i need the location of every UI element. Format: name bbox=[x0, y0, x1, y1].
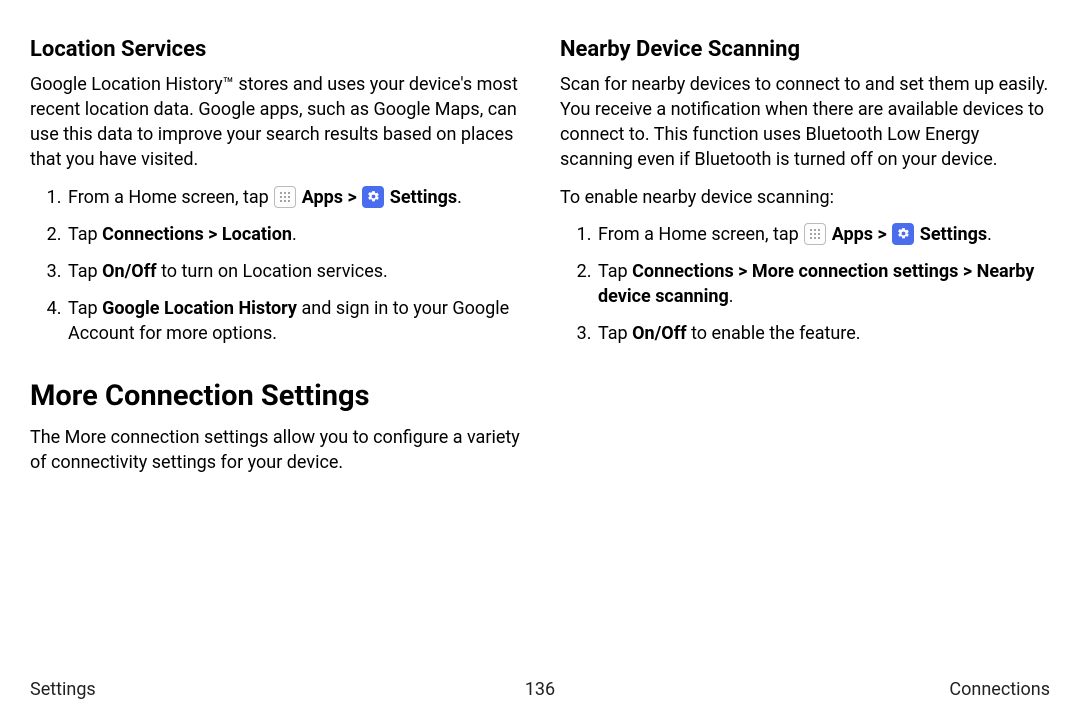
text: Tap bbox=[68, 224, 102, 245]
settings-icon bbox=[892, 223, 914, 245]
text: Tap bbox=[68, 261, 102, 282]
settings-icon bbox=[362, 186, 384, 208]
step-1: From a Home screen, tap Apps > Settings. bbox=[596, 222, 1050, 247]
footer-chapter-label: Connections bbox=[710, 677, 1050, 702]
steps-nearby: From a Home screen, tap Apps > Settings.… bbox=[560, 222, 1050, 347]
text: Tap bbox=[598, 261, 632, 282]
para-location-desc: Google Location History™ stores and uses… bbox=[30, 72, 520, 173]
step-3: Tap On/Off to turn on Location services. bbox=[66, 259, 520, 284]
text: From a Home screen, tap bbox=[68, 187, 273, 208]
right-column: Nearby Device Scanning Scan for nearby d… bbox=[560, 35, 1050, 667]
path-connections-location: Connections > Location bbox=[102, 224, 292, 245]
para-nearby-desc: Scan for nearby devices to connect to an… bbox=[560, 72, 1050, 173]
text: to turn on Location services. bbox=[157, 261, 388, 282]
text: Tap bbox=[68, 298, 102, 319]
step-2: Tap Connections > Location. bbox=[66, 222, 520, 247]
heading-more-connection: More Connection Settings bbox=[30, 376, 520, 417]
path-nearby: Connections > More connection settings >… bbox=[598, 261, 1034, 307]
footer-section-label: Settings bbox=[30, 677, 370, 702]
content-columns: Location Services Google Location Histor… bbox=[30, 35, 1050, 667]
step-2: Tap Connections > More connection settin… bbox=[596, 259, 1050, 309]
para-more-desc: The More connection settings allow you t… bbox=[30, 425, 520, 475]
label-apps: Apps bbox=[302, 187, 343, 208]
label-settings: Settings bbox=[390, 187, 457, 208]
page-footer: Settings 136 Connections bbox=[30, 667, 1050, 702]
text: . bbox=[729, 286, 734, 307]
step-4: Tap Google Location History and sign in … bbox=[66, 296, 520, 346]
step-3: Tap On/Off to enable the feature. bbox=[596, 321, 1050, 346]
text: Tap bbox=[598, 323, 632, 344]
apps-icon bbox=[274, 186, 296, 208]
label-settings: Settings bbox=[920, 224, 987, 245]
text: to enable the feature. bbox=[687, 323, 861, 344]
heading-location-services: Location Services bbox=[30, 35, 520, 66]
label-glh: Google Location History bbox=[102, 298, 297, 319]
chevron-right-icon: > bbox=[878, 224, 887, 245]
steps-location: From a Home screen, tap Apps > Settings.… bbox=[30, 185, 520, 347]
left-column: Location Services Google Location Histor… bbox=[30, 35, 520, 667]
heading-nearby-scanning: Nearby Device Scanning bbox=[560, 35, 1050, 66]
label-apps: Apps bbox=[832, 224, 873, 245]
apps-icon bbox=[804, 223, 826, 245]
label-onoff: On/Off bbox=[632, 323, 686, 344]
para-enable-lead: To enable nearby device scanning: bbox=[560, 185, 1050, 210]
label-onoff: On/Off bbox=[102, 261, 156, 282]
text: From a Home screen, tap bbox=[598, 224, 803, 245]
chevron-right-icon: > bbox=[348, 187, 357, 208]
text: . bbox=[457, 187, 462, 208]
step-1: From a Home screen, tap Apps > Settings. bbox=[66, 185, 520, 210]
text: . bbox=[987, 224, 992, 245]
text: . bbox=[292, 224, 297, 245]
footer-page-number: 136 bbox=[370, 677, 710, 702]
